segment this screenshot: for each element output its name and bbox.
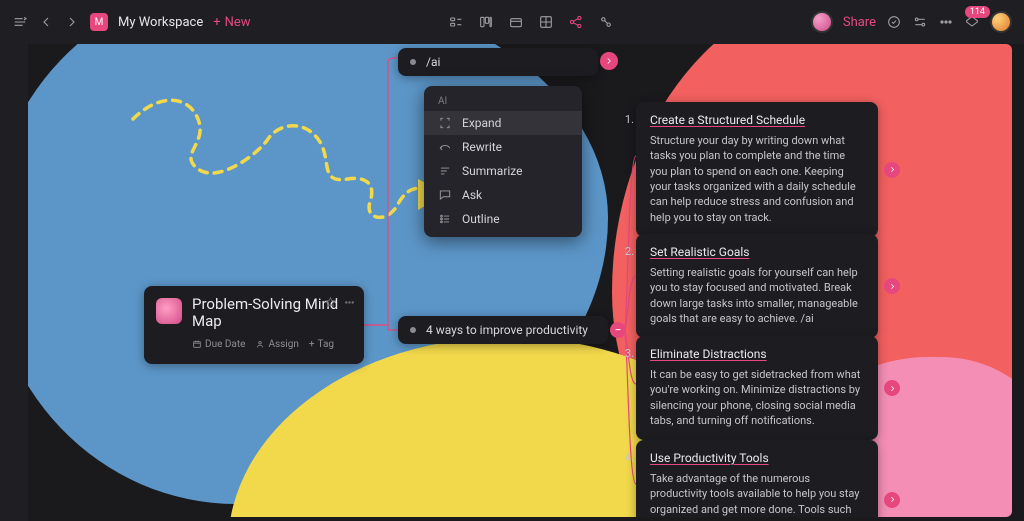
settings-sliders-icon[interactable] <box>912 14 928 30</box>
plus-icon: + <box>309 339 315 350</box>
checkmark-circle-icon[interactable] <box>886 14 902 30</box>
topbar: M My Workspace + New Share 114 <box>0 0 1024 44</box>
new-button-label: New <box>225 15 251 30</box>
collaborator-avatar[interactable] <box>811 11 833 33</box>
new-button[interactable]: + New <box>213 15 250 30</box>
workspace-badge[interactable]: M <box>90 13 108 31</box>
workspace-name[interactable]: My Workspace <box>118 15 203 30</box>
more-icon[interactable] <box>938 14 954 30</box>
app-root: M My Workspace + New Share 114 <box>0 0 1024 521</box>
command-text: /ai <box>426 55 440 69</box>
ai-menu-item-expand[interactable]: Expand <box>424 111 582 135</box>
mindmap-canvas[interactable]: /ai AI Expand Rewrite Summarize Ask <box>28 44 1012 517</box>
result-body: Take advantage of the numerous productiv… <box>650 471 864 517</box>
expand-handle[interactable] <box>884 380 900 396</box>
result-number: 3. <box>622 346 634 361</box>
summarize-icon <box>438 164 452 178</box>
result-body: It can be easy to get sidetracked from w… <box>650 367 864 429</box>
result-card[interactable]: 3. Eliminate Distractions It can be easy… <box>636 336 878 440</box>
expand-handle[interactable] <box>600 52 618 70</box>
due-date-chip[interactable]: Due Date <box>192 339 245 350</box>
result-title: Set Realistic Goals <box>650 244 749 261</box>
ask-icon <box>438 188 452 202</box>
due-date-label: Due Date <box>205 339 245 350</box>
result-body: Setting realistic goals for yourself can… <box>650 265 864 327</box>
view-grid-icon[interactable] <box>538 14 554 30</box>
ai-menu-item-rewrite[interactable]: Rewrite <box>424 135 582 159</box>
brain-icon <box>156 298 182 324</box>
star-icon[interactable] <box>324 294 337 313</box>
result-card[interactable]: 4. Use Productivity Tools Take advantage… <box>636 440 878 517</box>
root-title-card[interactable]: Problem-Solving Mind Map Due Date Assign… <box>144 286 364 364</box>
bullet-icon <box>410 59 416 65</box>
command-node[interactable]: /ai <box>398 48 598 76</box>
view-board-icon[interactable] <box>478 14 494 30</box>
plus-icon: + <box>213 15 220 30</box>
ai-menu-item-summarize[interactable]: Summarize <box>424 159 582 183</box>
view-box-icon[interactable] <box>508 14 524 30</box>
outline-icon <box>438 212 452 226</box>
ai-menu-label: Expand <box>462 116 501 130</box>
share-node-icon[interactable] <box>568 14 584 30</box>
ai-menu-item-outline[interactable]: Outline <box>424 207 582 231</box>
result-title: Use Productivity Tools <box>650 450 769 467</box>
view-list-icon[interactable] <box>448 14 464 30</box>
collapse-handle[interactable]: − <box>610 322 626 338</box>
notification-badge: 114 <box>965 6 990 18</box>
ai-menu-label: Rewrite <box>462 140 502 154</box>
expand-handle[interactable] <box>884 162 900 178</box>
ai-menu-item-ask[interactable]: Ask <box>424 183 582 207</box>
ai-menu-label: Summarize <box>462 164 523 178</box>
assign-label: Assign <box>268 339 298 350</box>
ai-menu-label: Ask <box>462 188 482 202</box>
user-avatar[interactable] <box>990 11 1012 33</box>
share-button[interactable]: Share <box>843 15 876 30</box>
prompt-text: 4 ways to improve productivity <box>426 323 588 337</box>
menu-toggle-icon[interactable] <box>12 14 28 30</box>
result-number: 2. <box>622 244 634 259</box>
result-card[interactable]: 2. Set Realistic Goals Setting realistic… <box>636 234 878 338</box>
result-card[interactable]: 1. Create a Structured Schedule Structur… <box>636 102 878 237</box>
notifications-icon[interactable]: 114 <box>964 14 980 30</box>
bullet-icon <box>410 327 416 333</box>
expand-icon <box>438 116 452 130</box>
automation-icon[interactable] <box>598 14 614 30</box>
ai-menu-header: AI <box>424 92 582 111</box>
ai-menu-label: Outline <box>462 212 500 226</box>
result-number: 4. <box>622 450 634 465</box>
squiggle-arrow <box>118 84 448 264</box>
more-icon[interactable] <box>343 294 356 313</box>
tag-chip[interactable]: + Tag <box>309 339 334 350</box>
ai-command-menu: AI Expand Rewrite Summarize Ask Outline <box>424 86 582 237</box>
expand-handle[interactable] <box>884 492 900 508</box>
result-number: 1. <box>622 112 634 127</box>
tag-label: Tag <box>318 339 334 350</box>
assign-chip[interactable]: Assign <box>255 339 298 350</box>
nav-forward-icon[interactable] <box>64 14 80 30</box>
nav-back-icon[interactable] <box>38 14 54 30</box>
rewrite-icon <box>438 140 452 154</box>
expand-handle[interactable] <box>884 278 900 294</box>
result-title: Create a Structured Schedule <box>650 112 805 129</box>
left-rail <box>0 44 28 521</box>
prompt-node[interactable]: 4 ways to improve productivity − <box>398 316 608 344</box>
result-title: Eliminate Distractions <box>650 346 767 363</box>
result-body: Structure your day by writing down what … <box>650 133 864 225</box>
